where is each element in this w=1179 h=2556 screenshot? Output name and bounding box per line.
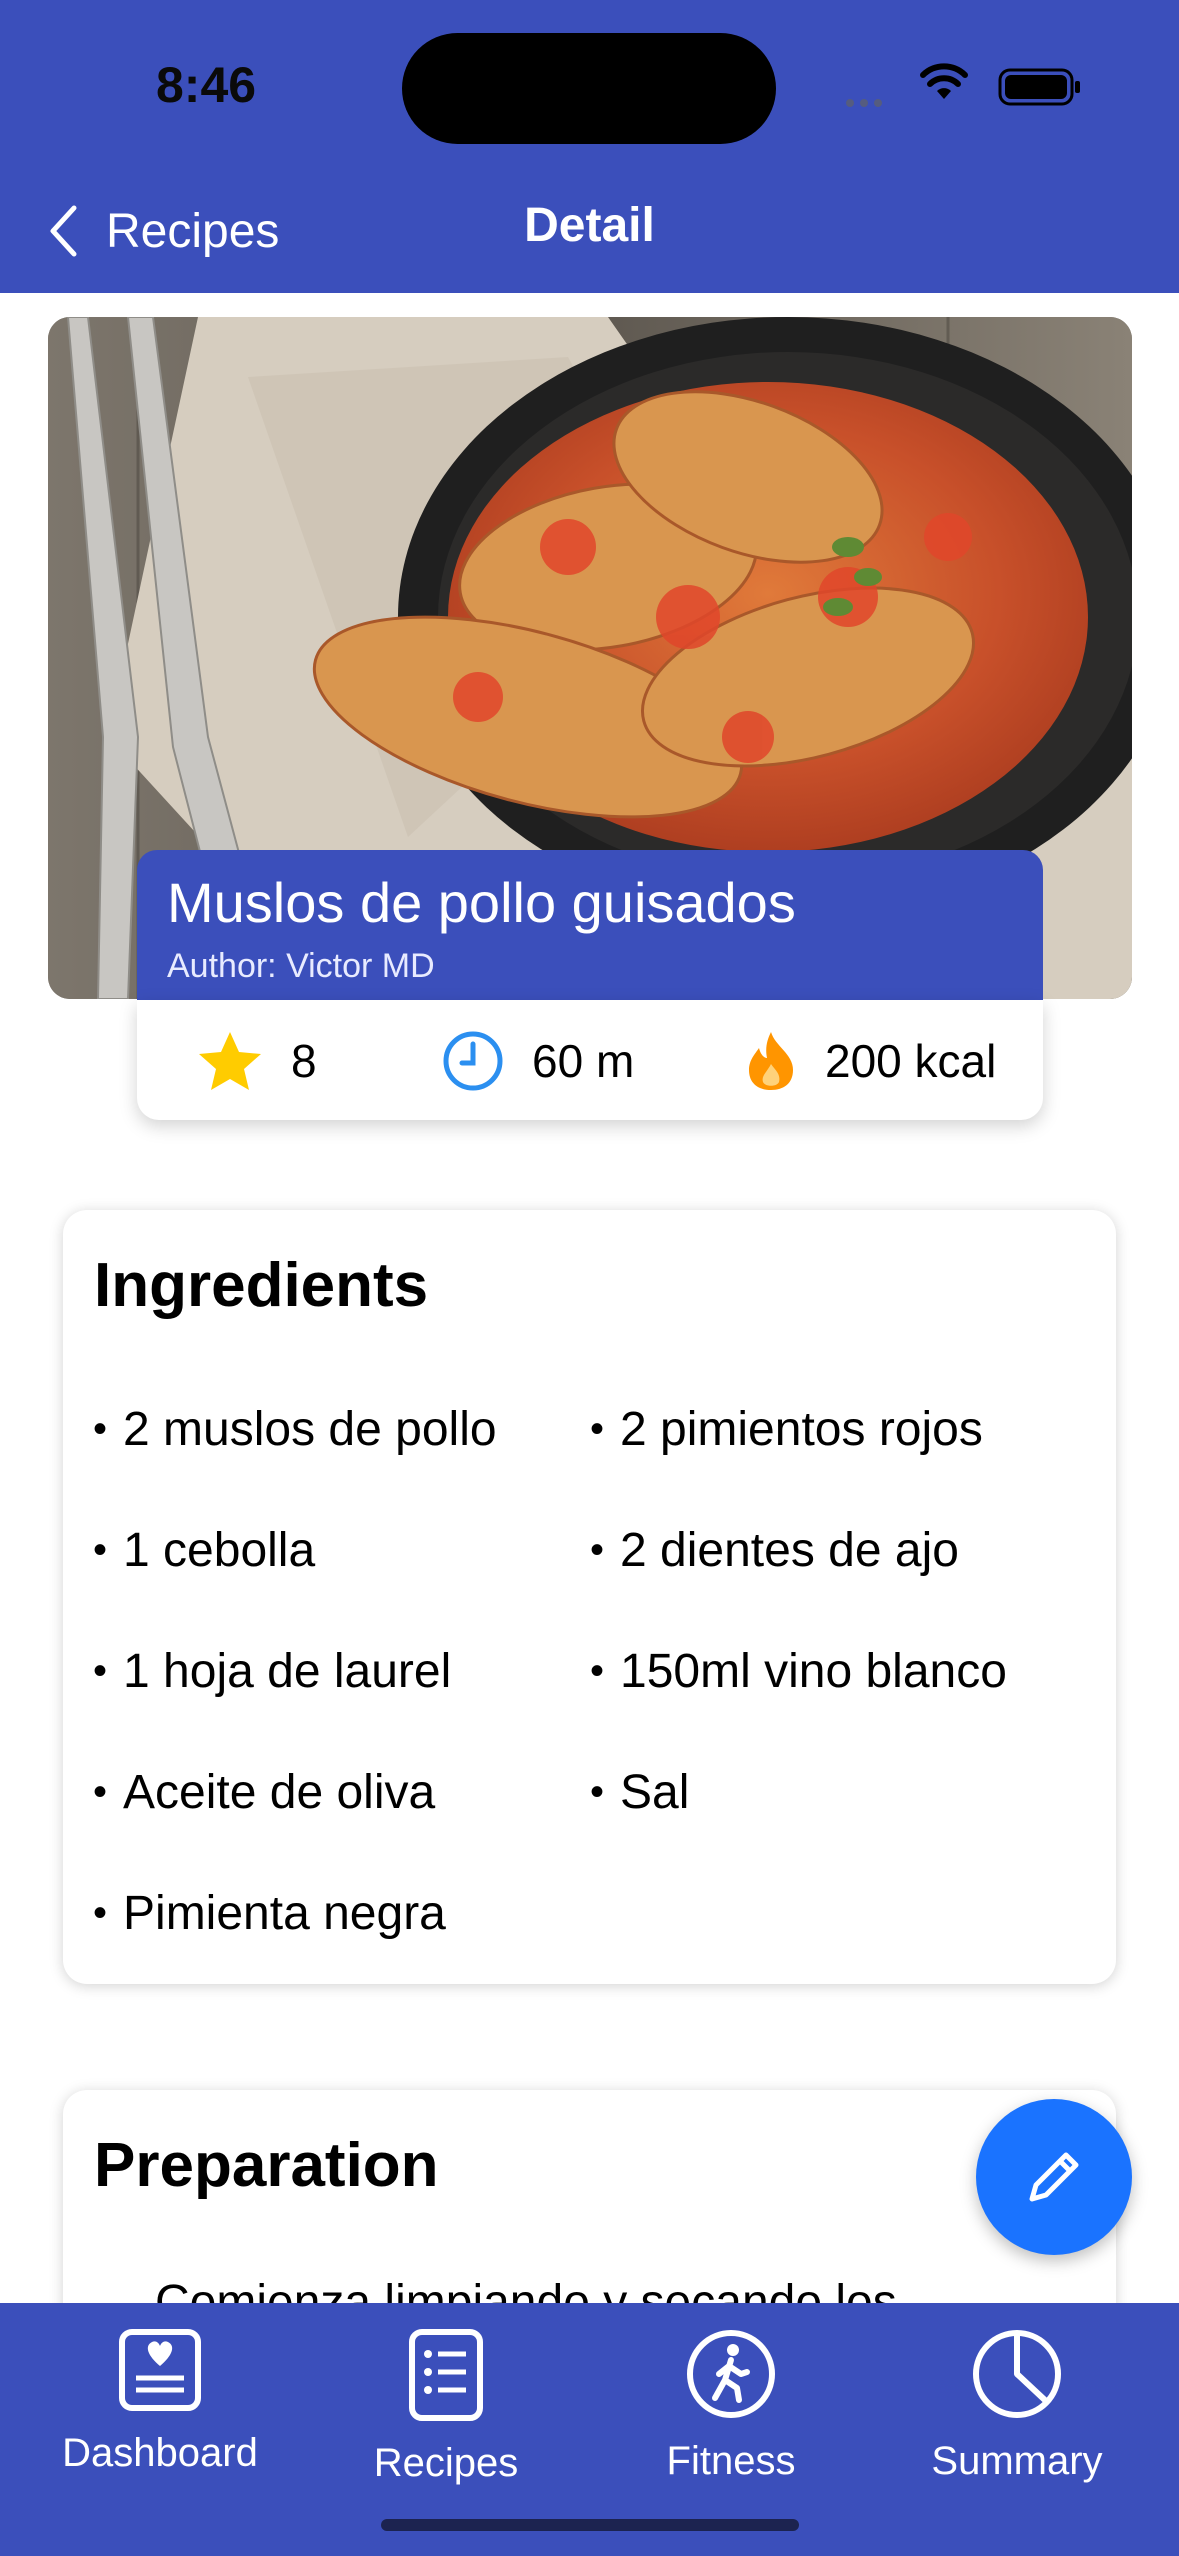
pencil-icon — [1029, 2152, 1079, 2202]
recipe-title-bar: Muslos de pollo guisados Author: Victor … — [137, 850, 1043, 1000]
tab-fitness[interactable]: Fitness — [601, 2328, 861, 2484]
dynamic-island — [402, 33, 776, 144]
list-icon — [409, 2329, 483, 2421]
page-title: Detail — [524, 199, 655, 252]
walking-figure-icon — [687, 2330, 775, 2418]
tab-recipes[interactable]: Recipes — [316, 2328, 576, 2486]
ingredient-item: 150ml vino blanco — [590, 1644, 1007, 1699]
time-value: 60 m — [532, 1035, 635, 1087]
recipe-author: Author: Victor MD — [167, 947, 435, 985]
ingredient-item: 2 pimientos rojos — [590, 1402, 983, 1457]
ingredient-item: Pimienta negra — [93, 1886, 446, 1941]
tab-summary-label: Summary — [931, 2439, 1103, 2483]
tab-summary[interactable]: Summary — [887, 2328, 1147, 2484]
rating-stat: 8 — [197, 1030, 317, 1092]
ingredients-heading: Ingredients — [94, 1251, 429, 1320]
tab-dashboard-label: Dashboard — [62, 2431, 258, 2475]
ingredient-item: 1 hoja de laurel — [93, 1644, 451, 1699]
clock-icon — [443, 1031, 503, 1091]
ingredient-item: Sal — [590, 1765, 689, 1820]
battery-icon — [998, 68, 1080, 106]
tab-fitness-label: Fitness — [666, 2439, 796, 2483]
recipe-stats: 8 60 m 200 kcal — [137, 1000, 1043, 1120]
dashboard-icon — [119, 2329, 201, 2411]
signal-icon — [846, 94, 902, 107]
flame-icon — [749, 1032, 793, 1090]
status-time: 8:46 — [156, 57, 257, 113]
tab-dashboard[interactable]: Dashboard — [30, 2328, 290, 2476]
preparation-heading: Preparation — [94, 2131, 439, 2200]
star-icon — [199, 1032, 261, 1090]
pie-chart-icon — [973, 2330, 1061, 2418]
recipe-title: Muslos de pollo guisados — [167, 871, 796, 934]
edit-button[interactable] — [976, 2099, 1132, 2255]
ingredients-card: Ingredients 2 muslos de pollo 2 pimiento… — [63, 1210, 1116, 1984]
wifi-icon — [920, 63, 968, 99]
tab-recipes-label: Recipes — [373, 2441, 519, 2485]
time-stat: 60 m — [442, 1030, 634, 1092]
calories-value: 200 kcal — [825, 1035, 997, 1087]
ingredient-item: 1 cebolla — [93, 1523, 315, 1578]
ingredient-item: 2 dientes de ajo — [590, 1523, 959, 1578]
ingredient-item: 2 muslos de pollo — [93, 1402, 497, 1457]
home-indicator[interactable] — [381, 2519, 799, 2531]
ingredient-item: Aceite de oliva — [93, 1765, 435, 1820]
calories-stat: 200 kcal — [745, 1030, 996, 1092]
rating-value: 8 — [291, 1035, 317, 1087]
